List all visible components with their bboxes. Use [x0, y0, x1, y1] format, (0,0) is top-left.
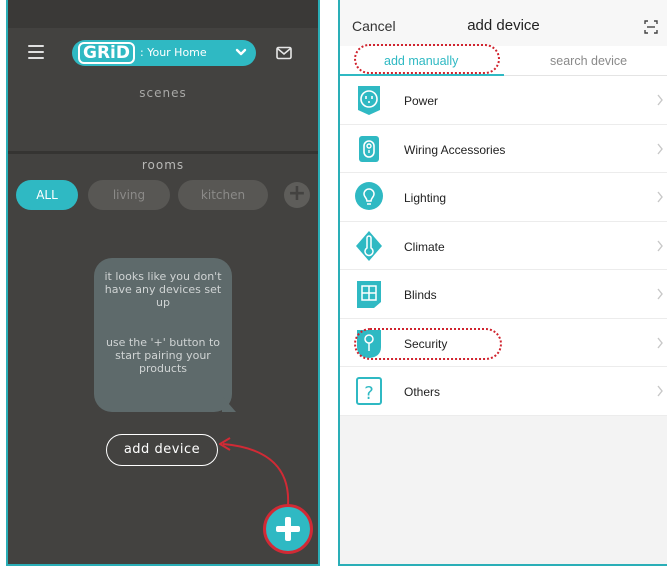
chevron-right-icon	[657, 240, 663, 251]
scenes-section: scenes	[8, 80, 318, 154]
category-item-wiring[interactable]: Wiring Accessories	[340, 124, 667, 173]
switch-icon	[359, 135, 379, 162]
app-header: GRiD : Your Home	[8, 28, 318, 78]
add-fab-button[interactable]	[263, 504, 313, 554]
category-item-others[interactable]: ? Others	[340, 367, 667, 416]
chevron-down-icon	[235, 48, 247, 56]
empty-state-bubble: it looks like you don't have any devices…	[94, 258, 232, 412]
home-name: : Your Home	[140, 46, 207, 59]
chevron-right-icon	[657, 337, 663, 348]
rooms-title: rooms	[141, 158, 185, 172]
highlight-ellipse-security	[354, 328, 502, 360]
svg-text:?: ?	[364, 383, 374, 404]
window-icon	[357, 281, 381, 308]
category-label: Power	[404, 94, 439, 108]
empty-message-line1: it looks like you don't have any devices…	[104, 270, 222, 309]
room-tab-kitchen[interactable]: kitchen	[178, 180, 268, 210]
bubble-tail	[222, 396, 236, 412]
power-outlet-icon	[358, 86, 380, 115]
mail-icon[interactable]	[276, 46, 292, 60]
empty-message-line2: use the '+' button to start pairing your…	[105, 336, 221, 375]
status-bar	[8, 0, 318, 28]
category-label: Others	[404, 385, 441, 399]
scenes-title: scenes	[139, 86, 187, 100]
scan-icon[interactable]	[644, 20, 658, 34]
room-tab-living[interactable]: living	[88, 180, 170, 210]
bulb-icon	[355, 182, 383, 210]
home-selector[interactable]: GRiD : Your Home	[72, 40, 256, 66]
hamburger-menu-icon[interactable]	[28, 45, 44, 59]
plus-icon-vertical	[285, 517, 291, 541]
left-phone-screen: GRiD : Your Home scenes rooms ALL living…	[6, 0, 320, 566]
category-item-power[interactable]: Power	[340, 76, 667, 125]
category-label: Climate	[404, 239, 445, 254]
category-label: Blinds	[404, 288, 437, 302]
page-title: add device	[467, 17, 540, 34]
chevron-right-icon	[657, 191, 663, 203]
category-label: Lighting	[404, 191, 447, 205]
add-room-button[interactable]: +	[284, 182, 310, 208]
highlight-ellipse-tab	[354, 44, 500, 74]
category-item-climate[interactable]: Climate	[340, 221, 667, 270]
nav-bar: Cancel add device	[340, 0, 667, 46]
chevron-right-icon	[657, 143, 663, 154]
right-phone-screen: Cancel add device add manually search de…	[338, 0, 667, 566]
add-device-button[interactable]: add device	[106, 434, 218, 466]
tab-search-device[interactable]: search device	[550, 54, 627, 68]
room-tab-all[interactable]: ALL	[16, 180, 78, 210]
chevron-right-icon	[657, 94, 663, 106]
question-icon: ?	[356, 377, 382, 405]
category-item-blinds[interactable]: Blinds	[340, 270, 667, 319]
chevron-right-icon	[657, 288, 663, 300]
thermometer-icon	[356, 230, 382, 261]
chevron-right-icon	[657, 385, 663, 397]
category-list: Power Wiring Accessories Lighting Climat…	[340, 76, 667, 416]
category-label: Wiring Accessories	[404, 142, 506, 157]
category-item-lighting[interactable]: Lighting	[340, 173, 667, 222]
grid-logo: GRiD	[78, 42, 135, 64]
